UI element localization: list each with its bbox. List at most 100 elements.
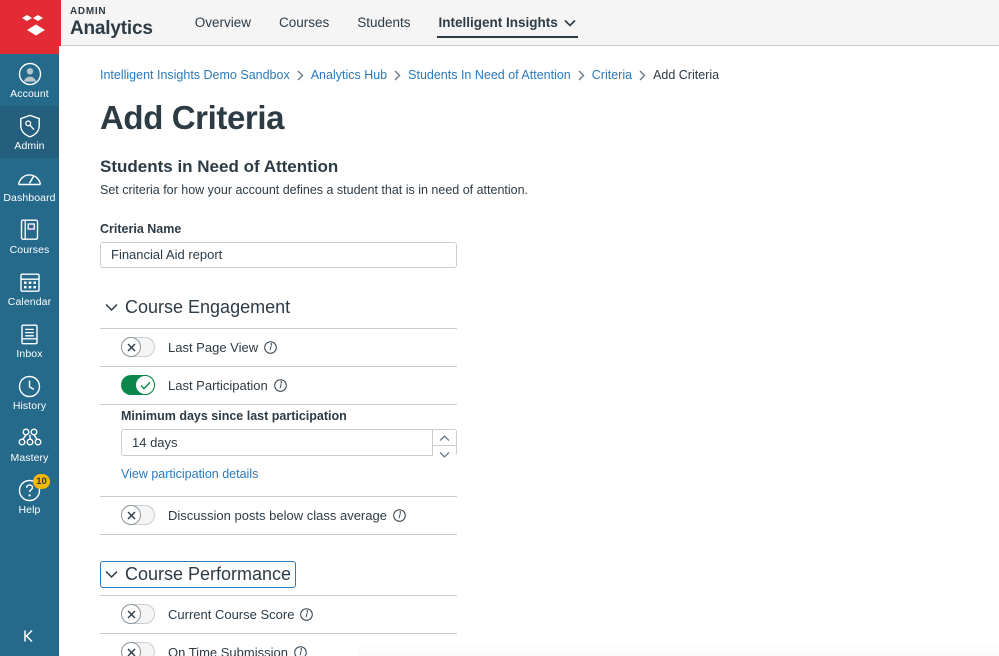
criteria-name-field: Criteria Name [100, 222, 999, 268]
chevron-down-icon [564, 15, 576, 30]
global-nav-item-account[interactable]: Account [0, 54, 59, 106]
group-title: Course Engagement [125, 296, 291, 317]
close-x-icon [127, 648, 135, 656]
global-nav-label: Mastery [10, 452, 49, 464]
criteria-label: On Time Submission [168, 644, 288, 656]
app-kicker: ADMIN [70, 6, 107, 17]
clock-icon [18, 373, 41, 399]
info-circle-icon[interactable] [264, 341, 277, 354]
global-nav-label: Courses [9, 244, 50, 256]
tab-label: Students [357, 15, 411, 30]
criteria-row-current-course-score: Current Course Score [100, 596, 457, 634]
breadcrumb-item-current: Add Criteria [653, 68, 720, 82]
info-circle-icon[interactable] [273, 379, 287, 392]
chevron-down-icon [105, 570, 118, 579]
breadcrumb-separator-icon [578, 70, 585, 81]
stepper-increment-button[interactable] [433, 429, 456, 446]
tab-label: Overview [194, 15, 251, 30]
user-avatar-icon [18, 61, 42, 87]
min-days-stepper [432, 429, 456, 461]
toggle-knob [121, 505, 141, 526]
view-participation-details-link[interactable]: View participation details [121, 467, 258, 481]
criteria-label-wrap: Last Participation [168, 378, 287, 393]
global-nav-item-calendar[interactable]: Calendar [0, 262, 59, 314]
global-nav-item-help[interactable]: 10 Help [0, 470, 59, 522]
global-nav-label: History [12, 400, 47, 412]
global-nav-label: Inbox [16, 348, 43, 360]
min-days-number-field [121, 428, 457, 461]
criteria-name-label: Criteria Name [100, 221, 182, 236]
tab-students[interactable]: Students [343, 0, 424, 46]
toggle-on-time-submission[interactable] [121, 642, 155, 656]
check-icon [139, 381, 151, 390]
breadcrumb-item-0[interactable]: Intelligent Insights Demo Sandbox [100, 68, 290, 82]
shield-icon [19, 113, 41, 139]
breadcrumb: Intelligent Insights Demo Sandbox Analyt… [100, 68, 999, 82]
criteria-row-discussion-posts: Discussion posts below class average [100, 497, 457, 535]
tab-label: Courses [278, 15, 330, 30]
toggle-knob [121, 642, 141, 656]
criteria-label-wrap: Current Course Score [168, 607, 314, 622]
global-nav-item-admin[interactable]: Admin [0, 106, 59, 158]
chevron-down-icon [105, 303, 118, 312]
global-nav-item-inbox[interactable]: Inbox [0, 314, 59, 366]
global-nav-item-history[interactable]: History [0, 366, 59, 418]
global-nav-label: Help [18, 504, 41, 516]
toggle-last-participation[interactable] [121, 375, 155, 396]
main-region: ADMIN Analytics Overview Courses Student… [59, 0, 999, 656]
criteria-label-wrap: Discussion posts below class average [168, 508, 406, 523]
chevron-up-icon [439, 430, 450, 445]
global-nav-item-dashboard[interactable]: Dashboard [0, 158, 59, 210]
min-days-label: Minimum days since last participation [121, 408, 347, 423]
group-course-engagement: Course Engagement Last Page View Last Pa… [100, 294, 457, 535]
criteria-row-last-participation: Last Participation [100, 367, 457, 405]
group-toggle-course-engagement[interactable]: Course Engagement [100, 294, 295, 321]
app-tabs: Overview Courses Students Intelligent In… [181, 0, 590, 46]
criteria-name-input[interactable] [100, 241, 457, 268]
info-circle-icon[interactable] [300, 608, 314, 621]
global-nav-item-courses[interactable]: Courses [0, 210, 59, 262]
toggle-current-course-score[interactable] [121, 604, 155, 625]
breadcrumb-item-2[interactable]: Students In Need of Attention [408, 68, 571, 82]
min-days-input[interactable] [122, 429, 432, 455]
nav-collapse-button[interactable] [0, 627, 59, 650]
criteria-label-wrap: On Time Submission [168, 645, 307, 656]
breadcrumb-item-3[interactable]: Criteria [592, 68, 632, 82]
criteria-label: Last Page View [168, 339, 259, 355]
app-header: ADMIN Analytics Overview Courses Student… [59, 0, 999, 46]
toggle-discussion-posts[interactable] [121, 505, 155, 526]
chevron-down-icon [439, 446, 450, 461]
tab-overview[interactable]: Overview [181, 0, 265, 46]
close-x-icon [127, 610, 135, 619]
calendar-icon [19, 269, 41, 295]
last-participation-settings: Minimum days since last participation 14… [100, 405, 457, 497]
group-toggle-course-performance[interactable]: Course Performance [100, 560, 297, 588]
criteria-row-last-page-view: Last Page View [100, 329, 457, 367]
info-circle-icon[interactable] [294, 646, 307, 656]
global-nav-label: Account [10, 88, 49, 100]
breadcrumb-separator-icon [639, 70, 646, 81]
breadcrumb-separator-icon [394, 70, 401, 81]
tab-label: Intelligent Insights [438, 15, 558, 30]
help-badge: 10 [33, 474, 50, 489]
breadcrumb-separator-icon [297, 70, 304, 81]
global-nav-item-mastery[interactable]: Mastery [0, 418, 59, 470]
close-x-icon [127, 511, 135, 520]
tab-courses[interactable]: Courses [265, 0, 343, 46]
toggle-knob [121, 604, 141, 625]
criteria-label: Discussion posts below class average [168, 507, 387, 523]
group-body: Current Course Score On Time Submission [100, 594, 457, 656]
criteria-label: Last Participation [168, 377, 268, 393]
app-title: ADMIN Analytics [70, 6, 153, 39]
group-body: Last Page View Last Participation Minimu… [100, 327, 457, 535]
stepper-decrement-button[interactable] [433, 445, 456, 461]
dashboard-gauge-icon [17, 165, 42, 191]
toggle-last-page-view[interactable] [121, 337, 155, 358]
instructure-logo-button[interactable] [0, 0, 59, 54]
breadcrumb-item-1[interactable]: Analytics Hub [311, 68, 387, 82]
book-icon [19, 217, 41, 243]
criteria-label-wrap: Last Page View [168, 340, 277, 355]
tab-intelligent-insights[interactable]: Intelligent Insights [425, 0, 590, 46]
criteria-row-on-time-submission: On Time Submission [100, 634, 457, 656]
info-circle-icon[interactable] [393, 509, 406, 522]
